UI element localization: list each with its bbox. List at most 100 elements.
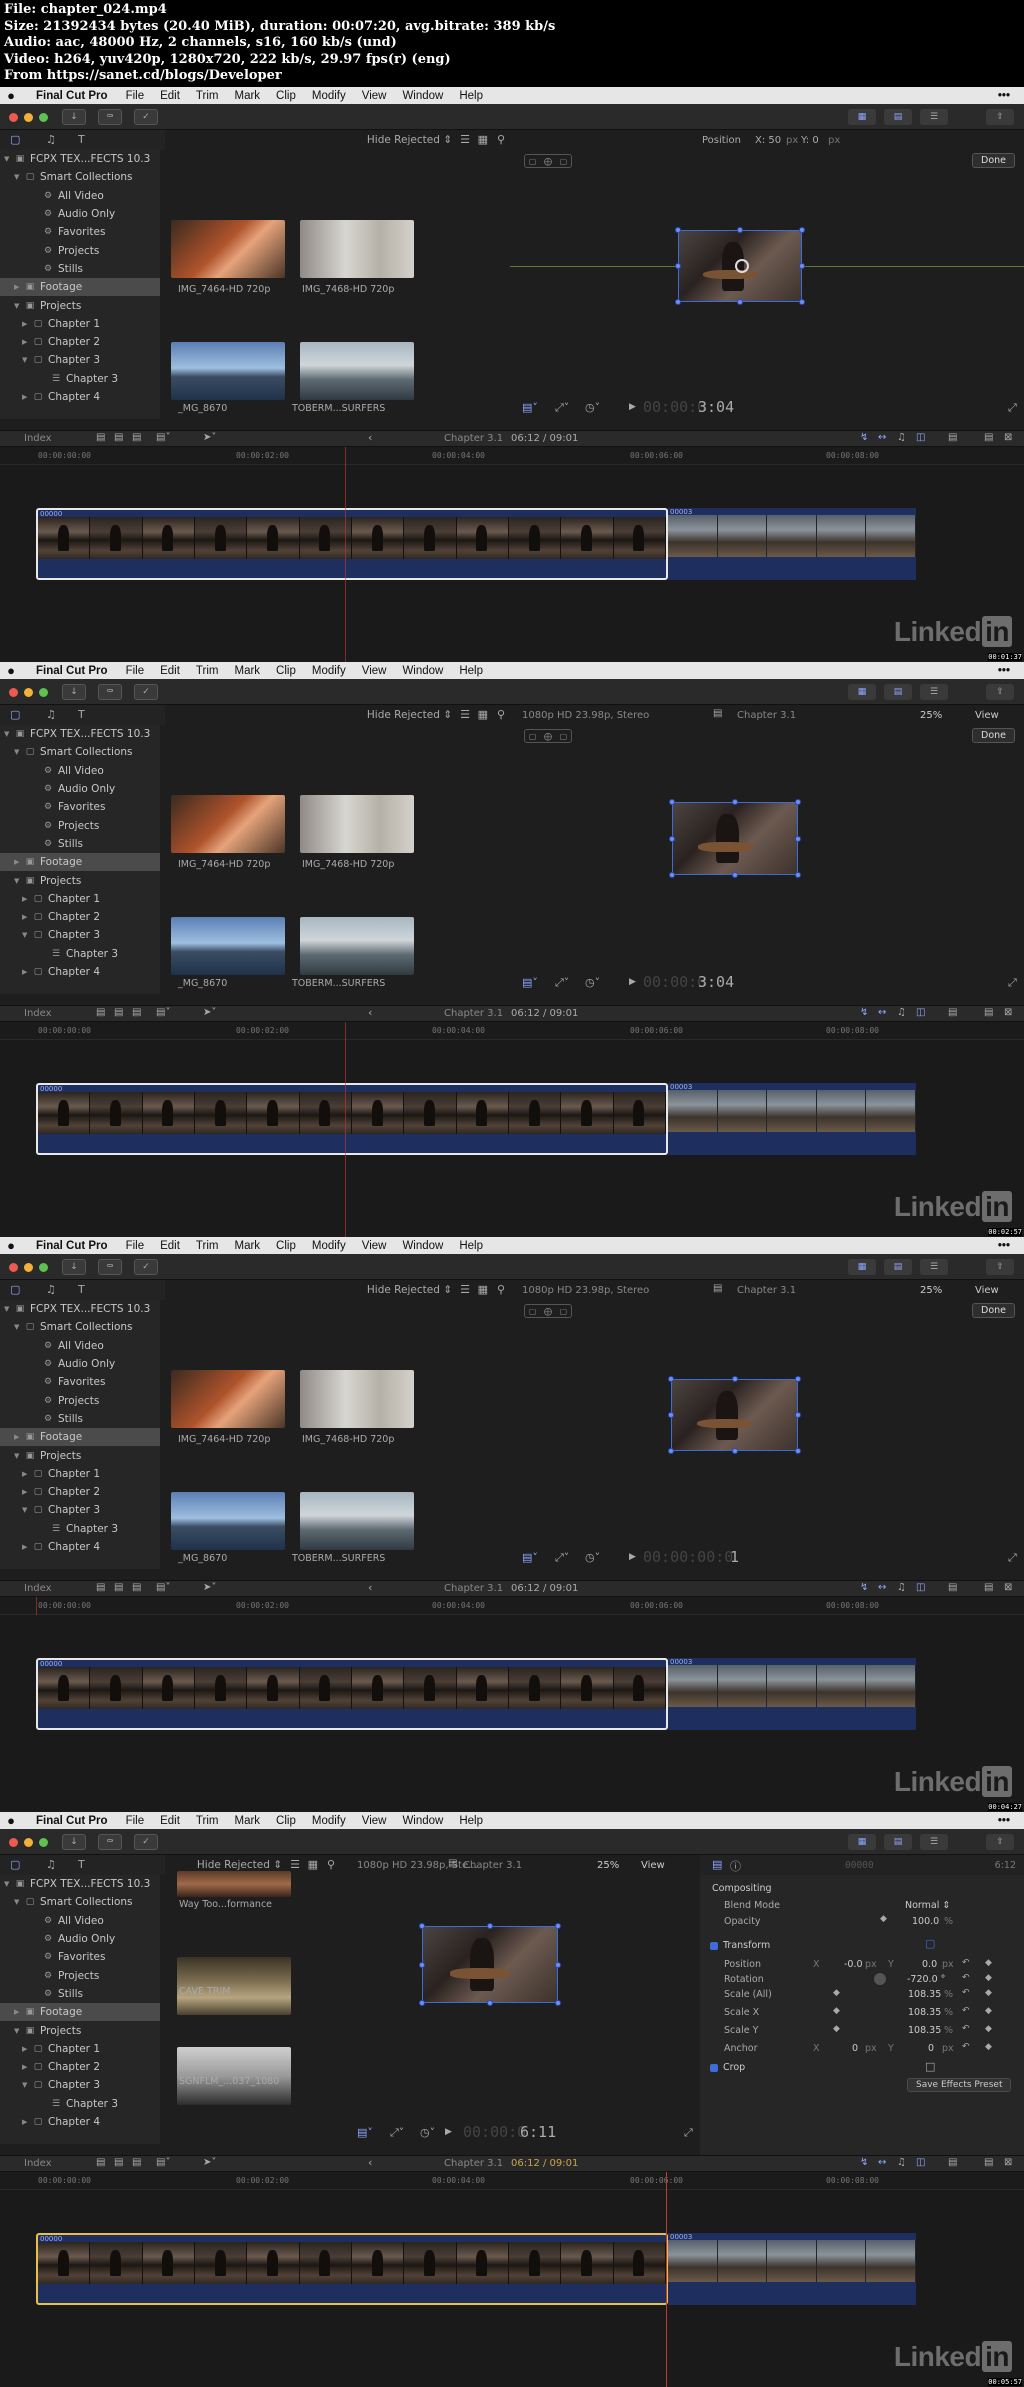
menu-item[interactable]: Help — [451, 665, 491, 677]
sidebar-item[interactable]: ▶ ▢ Chapter 2 — [0, 2058, 160, 2076]
retime-icon[interactable]: ◷˅ — [420, 2126, 435, 2139]
libraries-icon[interactable]: ▢ — [10, 1858, 20, 1871]
skimming-icon[interactable]: ↔ — [878, 2157, 886, 2168]
transform-handle[interactable] — [795, 1448, 801, 1454]
transform-handle[interactable] — [419, 1923, 425, 1929]
back-arrow-icon[interactable]: ‹ — [368, 431, 372, 444]
library-row[interactable]: ▼ ▣ FCPX TEX...FECTS 10.3 — [0, 150, 160, 168]
sidebar-item[interactable]: ⚙ All Video — [0, 1337, 160, 1355]
import-icon[interactable]: ↓ — [62, 684, 86, 700]
menu-item[interactable]: Mark — [226, 90, 268, 102]
edit-mode-icon[interactable]: ▤˅ — [156, 1007, 170, 1018]
menu-item[interactable]: Edit — [152, 90, 188, 102]
index-button[interactable]: Index — [24, 433, 52, 444]
sidebar-item[interactable]: ▶ ▢ Chapter 1 — [0, 2040, 160, 2058]
disclosure-triangle-icon[interactable]: ▼ — [14, 1323, 24, 1331]
search-icon[interactable]: ⚲ — [497, 708, 505, 721]
sidebar-item[interactable]: ▼ ▣ Projects — [0, 871, 160, 889]
apple-menu-icon[interactable]: ● — [0, 663, 22, 678]
background-tasks-icon[interactable]: ✓ — [134, 1259, 158, 1275]
transform-handle[interactable] — [795, 1412, 801, 1418]
filter-popup[interactable]: Hide Rejected ⇕ — [367, 1284, 452, 1296]
transform-mode-icon[interactable]: ▢ — [529, 157, 537, 166]
timeline-ruler[interactable]: 00:00:00:00 00:00:02:00 00:00:04:00 00:00:0… — [0, 1597, 1024, 1615]
disclosure-triangle-icon[interactable]: ▶ — [22, 393, 32, 401]
keyword-icon[interactable]: ⚰ — [98, 684, 122, 700]
overflow-icon[interactable]: ••• — [998, 90, 1024, 102]
sidebar-item[interactable]: ⚙ Stills — [0, 260, 160, 278]
background-tasks-icon[interactable]: ✓ — [134, 684, 158, 700]
sidebar-item[interactable]: ⚙ Audio Only — [0, 205, 160, 223]
filter-popup[interactable]: Hide Rejected ⇕ — [197, 1859, 282, 1871]
headphones-icon[interactable]: ♫ — [897, 2157, 906, 2168]
sidebar-item[interactable]: ▼ ▢ Smart Collections — [0, 1893, 160, 1911]
info-icon[interactable]: ⓘ — [730, 1858, 741, 1874]
clip-thumbnail[interactable] — [300, 1492, 414, 1550]
browser-layout-icon[interactable]: ▦ — [848, 684, 876, 700]
transform-handle[interactable] — [555, 2000, 561, 2006]
search-icon[interactable]: ⚲ — [497, 133, 505, 146]
minimize-window-button[interactable] — [24, 688, 33, 697]
share-icon[interactable]: ⇧ — [986, 1834, 1014, 1850]
zoom-popup[interactable]: 25% — [597, 1860, 619, 1871]
sidebar-item[interactable]: ▶ ▢ Chapter 4 — [0, 1538, 160, 1556]
menu-item[interactable]: Modify — [304, 1240, 354, 1252]
distort-mode-icon[interactable]: ▢ — [560, 732, 568, 741]
menu-item[interactable]: Mark — [226, 1815, 268, 1827]
search-icon[interactable]: ⚲ — [327, 1858, 335, 1871]
sidebar-item[interactable]: ▶ ▢ Chapter 2 — [0, 333, 160, 351]
apple-menu-icon[interactable]: ● — [0, 1813, 22, 1828]
keyframe-icon[interactable]: ◆ — [985, 2006, 992, 2016]
sidebar-item[interactable]: ▶ ▢ Chapter 1 — [0, 890, 160, 908]
headphones-icon[interactable]: ♫ — [897, 1582, 906, 1593]
disclosure-triangle-icon[interactable]: ▼ — [4, 1305, 14, 1313]
clip-thumbnail[interactable] — [171, 1370, 285, 1428]
transform-handle[interactable] — [795, 1376, 801, 1382]
app-menu[interactable]: Final Cut Pro — [22, 90, 118, 102]
disclosure-triangle-icon[interactable]: ▶ — [22, 1543, 32, 1551]
fullscreen-icon[interactable]: ⤢ — [684, 2126, 693, 2140]
sidebar-item[interactable]: ▼ ▢ Chapter 3 — [0, 2076, 160, 2094]
reset-arrow-icon[interactable]: ↶ — [962, 1973, 970, 1983]
menu-item[interactable]: Clip — [268, 90, 304, 102]
onscreen-controls[interactable]: ▢ ⨁ ▢ — [524, 1304, 572, 1318]
select-tool-icon[interactable]: ➤˅ — [203, 1007, 216, 1018]
crop-onscreen-icon[interactable]: □ — [925, 2060, 935, 2073]
save-effects-preset-button[interactable]: Save Effects Preset — [907, 2078, 1012, 2092]
clip-thumbnail[interactable] — [300, 1370, 414, 1428]
overflow-icon[interactable]: ••• — [998, 1240, 1024, 1252]
primary-clip[interactable]: 00000 — [36, 1658, 668, 1730]
disclosure-triangle-icon[interactable]: ▼ — [14, 1898, 24, 1906]
titles-icon[interactable]: T — [78, 708, 85, 721]
inspector-toggle-icon[interactable]: ☰ — [920, 1834, 948, 1850]
menu-item[interactable]: View — [354, 665, 395, 677]
effects-browser-icon[interactable]: ▤ — [984, 432, 993, 443]
transform-handle[interactable] — [799, 299, 805, 305]
disclosure-triangle-icon[interactable]: ▶ — [14, 858, 24, 866]
list-view-icon[interactable]: ☰ — [460, 133, 470, 146]
filmstrip-view-icon[interactable]: ▦ — [478, 1283, 488, 1296]
disclosure-triangle-icon[interactable]: ▼ — [4, 730, 14, 738]
photos-audio-icon[interactable]: ♫ — [46, 1858, 56, 1871]
scale-slider-icon[interactable]: ◆ — [833, 2024, 840, 2034]
edit-mode-icon[interactable]: ▤˅ — [156, 432, 170, 443]
transform-handle[interactable] — [737, 299, 743, 305]
transform-handle[interactable] — [732, 872, 738, 878]
select-tool-icon[interactable]: ➤˅ — [203, 432, 216, 443]
retime-icon[interactable]: ◷˅ — [585, 401, 600, 414]
play-icon[interactable]: ▶ — [629, 977, 636, 987]
sidebar-item[interactable]: ⚙ Projects — [0, 1391, 160, 1409]
view-popup[interactable]: View — [975, 710, 999, 721]
timeline-ruler[interactable]: 00:00:00:00 00:00:02:00 00:00:04:00 00:00:0… — [0, 1022, 1024, 1040]
zoom-popup[interactable]: 25% — [920, 1285, 942, 1296]
inspector-toggle-icon[interactable]: ☰ — [920, 109, 948, 125]
menu-item[interactable]: Clip — [268, 1240, 304, 1252]
retime-icon[interactable]: ◷˅ — [585, 976, 600, 989]
transform-handle[interactable] — [668, 1448, 674, 1454]
disclosure-triangle-icon[interactable]: ▶ — [14, 1433, 24, 1441]
view-popup[interactable]: View — [641, 1860, 665, 1871]
disclosure-triangle-icon[interactable]: ▶ — [22, 338, 32, 346]
append-clip-icon[interactable]: ▤ — [132, 1007, 141, 1018]
inspector-toggle-icon[interactable]: ☰ — [920, 1259, 948, 1275]
app-menu[interactable]: Final Cut Pro — [22, 1815, 118, 1827]
